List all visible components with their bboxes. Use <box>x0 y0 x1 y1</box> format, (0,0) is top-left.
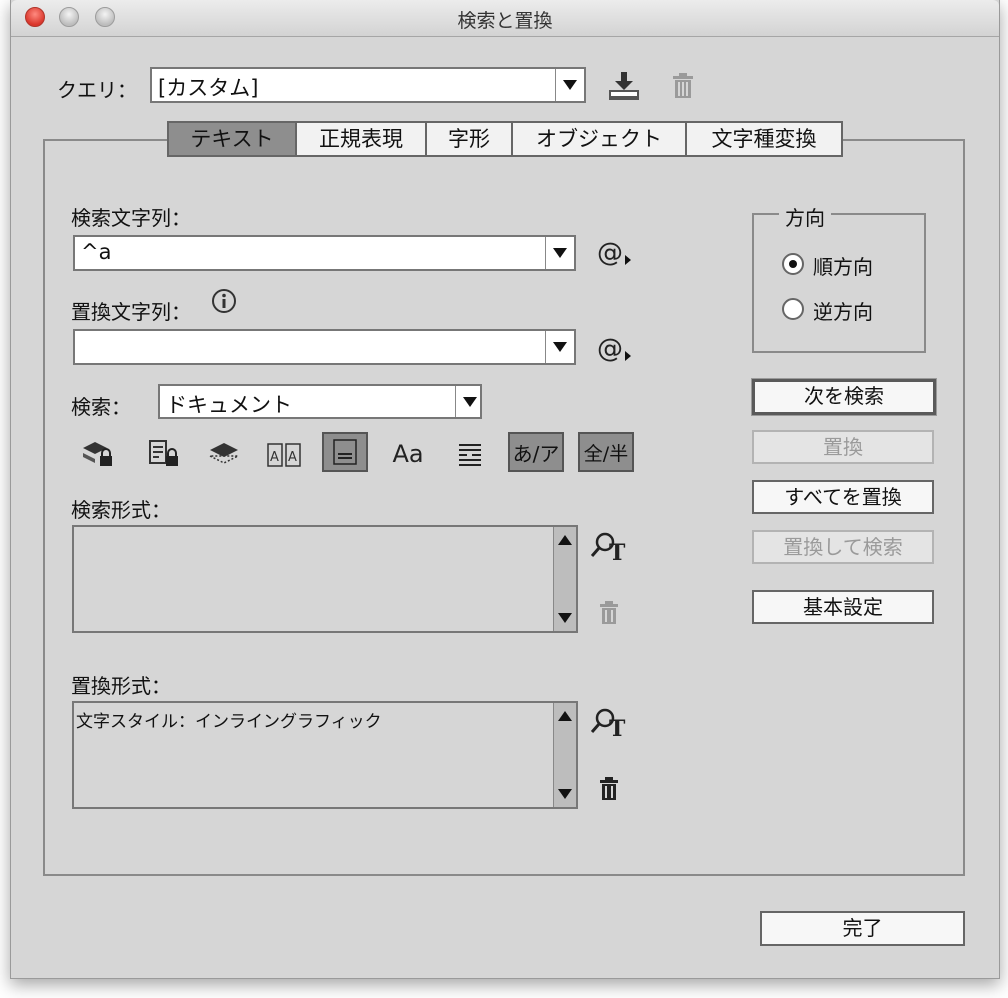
whole-word-button[interactable] <box>447 434 493 474</box>
chevron-down-icon[interactable] <box>545 237 574 269</box>
hidden-layers-icon <box>209 443 239 464</box>
kana-sensitive-button[interactable]: あ/ア <box>508 432 564 472</box>
done-button[interactable]: 完了 <box>760 911 965 946</box>
search-label: 検索： <box>71 395 131 419</box>
backward-radio[interactable] <box>782 298 804 320</box>
whole-word-icon <box>459 444 481 466</box>
forward-label[interactable]: 順方向 <box>813 251 873 280</box>
footnotes-icon <box>333 439 357 465</box>
at-sign-icon[interactable]: @ <box>597 238 631 268</box>
find-what-label: 検索文字列： <box>71 206 191 230</box>
direction-legend: 方向 <box>779 202 831 231</box>
tab-object[interactable]: オブジェクト <box>513 123 687 155</box>
title-bar: 検索と置換 <box>11 0 999 37</box>
scroll-up-icon[interactable] <box>558 535 572 545</box>
change-find-button[interactable]: 置換して検索 <box>752 530 934 564</box>
search-format-icon[interactable]: T <box>590 706 631 744</box>
tab-grep[interactable]: 正規表現 <box>297 123 427 155</box>
locked-layers-icon <box>83 442 112 466</box>
svg-text:T: T <box>609 716 626 740</box>
scroll-up-icon[interactable] <box>558 711 572 721</box>
scrollbar[interactable] <box>553 527 576 631</box>
find-what-input[interactable]: ^a <box>73 235 576 271</box>
trash-icon[interactable] <box>598 777 620 805</box>
direction-group <box>752 213 926 353</box>
tab-transliterate[interactable]: 文字種変換 <box>687 123 841 155</box>
search-scope-value: ドキュメント <box>166 393 292 417</box>
query-value: [カスタム] <box>158 76 259 100</box>
case-sensitive-button[interactable]: Aa <box>385 434 431 474</box>
search-scope-dropdown[interactable]: ドキュメント <box>158 384 482 419</box>
trash-icon[interactable] <box>671 72 695 104</box>
find-format-label: 検索形式： <box>71 498 171 522</box>
tab-glyph[interactable]: 字形 <box>427 123 513 155</box>
include-master-pages-button[interactable]: A A <box>261 434 307 474</box>
find-format-box[interactable] <box>72 525 578 633</box>
scroll-down-icon[interactable] <box>558 789 572 799</box>
change-to-input[interactable] <box>73 329 576 365</box>
master-pages-icon: A A <box>267 443 301 467</box>
full-half-width-button[interactable]: 全/半 <box>578 432 634 472</box>
change-to-label: 置換文字列： <box>71 300 191 324</box>
backward-label[interactable]: 逆方向 <box>813 296 873 325</box>
change-format-content: 文字スタイル：インライングラフィック <box>76 712 382 732</box>
include-footnotes-button[interactable] <box>322 432 368 472</box>
find-change-dialog: 検索と置換 クエリ： [カスタム] テキスト 正規表現 字形 オブジェクト 文字… <box>10 0 1000 979</box>
chevron-down-icon[interactable] <box>555 69 584 101</box>
tab-text[interactable]: テキスト <box>169 123 297 155</box>
at-sign-icon[interactable]: @ <box>597 334 631 364</box>
scroll-down-icon[interactable] <box>558 613 572 623</box>
search-format-icon[interactable]: T <box>590 530 631 568</box>
change-format-label: 置換形式： <box>71 674 171 698</box>
svg-text:A: A <box>270 450 279 465</box>
forward-radio[interactable] <box>782 253 804 275</box>
window-title: 検索と置換 <box>457 10 553 32</box>
tab-bar: テキスト 正規表現 字形 オブジェクト 文字種変換 <box>167 121 843 157</box>
svg-text:A: A <box>288 450 297 465</box>
change-button[interactable]: 置換 <box>752 430 934 464</box>
query-label: クエリ： <box>57 78 137 102</box>
query-dropdown[interactable]: [カスタム] <box>150 67 586 103</box>
include-locked-stories-button[interactable] <box>141 434 187 474</box>
save-query-icon[interactable] <box>607 70 641 106</box>
chevron-down-icon[interactable] <box>545 331 574 363</box>
find-next-button[interactable]: 次を検索 <box>752 379 936 415</box>
find-what-value: ^a <box>81 240 112 264</box>
include-locked-layers-button[interactable] <box>75 434 121 474</box>
info-icon[interactable] <box>211 288 237 318</box>
chevron-down-icon[interactable] <box>455 386 480 417</box>
fewer-options-button[interactable]: 基本設定 <box>752 590 934 624</box>
change-format-box[interactable]: 文字スタイル：インライングラフィック <box>72 701 578 809</box>
scrollbar[interactable] <box>553 703 576 807</box>
locked-stories-icon <box>149 440 178 466</box>
trash-icon <box>598 601 620 629</box>
change-all-button[interactable]: すべてを置換 <box>752 480 934 514</box>
include-hidden-layers-button[interactable] <box>201 434 247 474</box>
svg-text:T: T <box>609 540 626 564</box>
